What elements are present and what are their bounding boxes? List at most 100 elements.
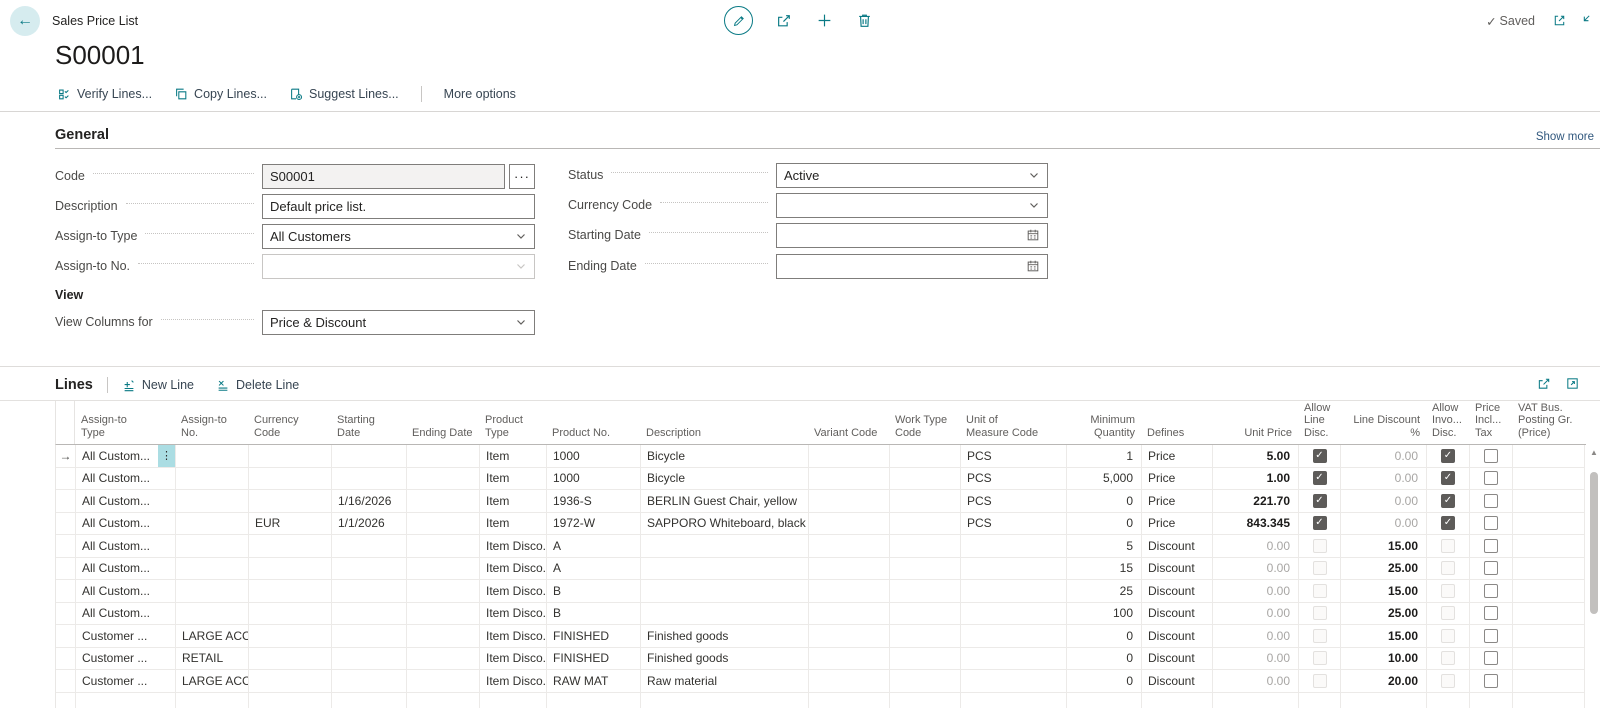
cell-vat_bus_posting_gr[interactable]	[1513, 603, 1585, 626]
currency-code-select[interactable]	[776, 193, 1048, 218]
price_includes_tax-checkbox[interactable]	[1484, 606, 1498, 620]
cell-allow_line_disc[interactable]: ✓	[1299, 445, 1341, 468]
allow_line_disc-checkbox[interactable]: ✓	[1313, 516, 1327, 530]
cell-currency_code[interactable]	[249, 445, 332, 468]
cell-line_discount_pct[interactable]: 15.00	[1341, 625, 1427, 648]
cell-ending_date[interactable]	[407, 445, 480, 468]
cell-price_includes_tax[interactable]	[1470, 490, 1513, 513]
cell-currency_code[interactable]	[249, 670, 332, 693]
cell-variant_code[interactable]	[809, 468, 890, 491]
cell-ending_date[interactable]	[407, 513, 480, 536]
cell-allow_line_disc[interactable]: ✓	[1299, 490, 1341, 513]
cell-assign_to_type[interactable]: All Custom...⋮	[76, 445, 176, 468]
cell-assign_to_type[interactable]: All Custom...	[76, 468, 176, 491]
cell-work_type_code[interactable]	[890, 445, 961, 468]
cell-variant_code[interactable]	[809, 648, 890, 671]
cell-variant_code[interactable]	[809, 670, 890, 693]
table-row[interactable]: All Custom...EUR1/1/2026Item1972-WSAPPOR…	[56, 513, 1586, 536]
cell-assign_to_type[interactable]: Customer ...	[76, 625, 176, 648]
cell-currency_code[interactable]	[249, 625, 332, 648]
cell-variant_code[interactable]	[809, 535, 890, 558]
column-header-allow_invoice_disc[interactable]: Allow Invo... Disc.	[1426, 401, 1469, 444]
assist-edit-button[interactable]: ···	[509, 164, 535, 189]
cell-product_type[interactable]: Item	[480, 468, 547, 491]
cell-defines[interactable]: Discount	[1142, 580, 1213, 603]
cell-work_type_code[interactable]	[890, 468, 961, 491]
cell-price_includes_tax[interactable]	[1470, 445, 1513, 468]
cell-product_no[interactable]: A	[547, 558, 641, 581]
cell-starting_date[interactable]	[332, 603, 407, 626]
suggest-lines-button[interactable]: Suggest Lines...	[289, 87, 399, 101]
cell-unit_of_measure_code[interactable]	[961, 580, 1067, 603]
cell-allow_invoice_disc[interactable]	[1427, 580, 1470, 603]
cell-assign_to_type[interactable]: Customer ...	[76, 648, 176, 671]
cell-allow_invoice_disc[interactable]: ✓	[1427, 513, 1470, 536]
price_includes_tax-checkbox[interactable]	[1484, 651, 1498, 665]
cell-description[interactable]: Finished goods	[641, 648, 809, 671]
cell-work_type_code[interactable]	[890, 670, 961, 693]
allow_invoice_disc-checkbox[interactable]: ✓	[1441, 516, 1455, 530]
cell-vat_bus_posting_gr[interactable]	[1513, 445, 1585, 468]
cell-line_discount_pct[interactable]: 0.00	[1341, 445, 1427, 468]
cell-unit_price[interactable]: 0.00	[1213, 603, 1299, 626]
allow_line_disc-checkbox[interactable]: ✓	[1313, 494, 1327, 508]
cell-assign_to_no[interactable]: LARGE ACC	[176, 670, 249, 693]
share-button[interactable]	[776, 12, 793, 29]
cell-assign_to_no[interactable]	[176, 445, 249, 468]
cell-product_no[interactable]: RAW MAT	[547, 670, 641, 693]
cell-assign_to_no[interactable]	[176, 558, 249, 581]
cell-allow_line_disc[interactable]	[1299, 670, 1341, 693]
new-document-button[interactable]	[816, 12, 833, 29]
cell-product_no[interactable]: 1972-W	[547, 513, 641, 536]
cell-work_type_code[interactable]	[890, 603, 961, 626]
cell-unit_of_measure_code[interactable]	[961, 625, 1067, 648]
cell-starting_date[interactable]	[332, 445, 407, 468]
cell-ending_date[interactable]	[407, 603, 480, 626]
cell-defines[interactable]: Discount	[1142, 603, 1213, 626]
cell-vat_bus_posting_gr[interactable]	[1513, 670, 1585, 693]
cell-product_no[interactable]: 1000	[547, 445, 641, 468]
cell-currency_code[interactable]	[249, 603, 332, 626]
price_includes_tax-checkbox[interactable]	[1484, 674, 1498, 688]
more-options-button[interactable]: More options	[444, 87, 516, 101]
cell-allow_line_disc[interactable]	[1299, 693, 1341, 708]
cell-minimum_quantity[interactable]: 100	[1067, 603, 1142, 626]
cell-assign_to_type[interactable]: All Custom...	[76, 580, 176, 603]
cell-ending_date[interactable]	[407, 670, 480, 693]
open-in-new-window-button[interactable]	[1552, 13, 1567, 28]
cell-ending_date[interactable]	[407, 648, 480, 671]
cell-product_type[interactable]: Item Disco...	[480, 625, 547, 648]
cell-line_discount_pct[interactable]: 20.00	[1341, 670, 1427, 693]
cell-unit_of_measure_code[interactable]	[961, 535, 1067, 558]
cell-product_type[interactable]: Item	[480, 513, 547, 536]
new-line-button[interactable]: New Line	[122, 378, 194, 392]
cell-currency_code[interactable]	[249, 490, 332, 513]
cell-work_type_code[interactable]	[890, 490, 961, 513]
cell-product_type[interactable]: Item	[480, 490, 547, 513]
cell-allow_invoice_disc[interactable]	[1427, 535, 1470, 558]
cell-variant_code[interactable]	[809, 445, 890, 468]
chevron-down-icon[interactable]	[515, 316, 527, 328]
code-input[interactable]: S00001	[262, 164, 505, 189]
cell-vat_bus_posting_gr[interactable]	[1513, 535, 1585, 558]
column-header-assign_to_type[interactable]: Assign-to Type	[75, 401, 175, 444]
cell-variant_code[interactable]	[809, 513, 890, 536]
cell-unit_price[interactable]: 0.00	[1213, 670, 1299, 693]
cell-minimum_quantity[interactable]: 25	[1067, 580, 1142, 603]
price_includes_tax-checkbox[interactable]	[1484, 494, 1498, 508]
cell-ending_date[interactable]	[407, 625, 480, 648]
ending-date-input[interactable]	[776, 254, 1048, 279]
cell-description[interactable]: SAPPORO Whiteboard, black	[641, 513, 809, 536]
cell-unit_of_measure_code[interactable]	[961, 558, 1067, 581]
cell-defines[interactable]: Discount	[1142, 558, 1213, 581]
price_includes_tax-checkbox[interactable]	[1484, 449, 1498, 463]
cell-unit_price[interactable]: 0.00	[1213, 625, 1299, 648]
cell-variant_code[interactable]	[809, 693, 890, 708]
cell-work_type_code[interactable]	[890, 558, 961, 581]
cell-variant_code[interactable]	[809, 603, 890, 626]
calendar-icon[interactable]	[1026, 228, 1040, 242]
cell-starting_date[interactable]	[332, 670, 407, 693]
cell-defines[interactable]: Discount	[1142, 535, 1213, 558]
cell-defines[interactable]: Discount	[1142, 625, 1213, 648]
cell-description[interactable]	[641, 558, 809, 581]
